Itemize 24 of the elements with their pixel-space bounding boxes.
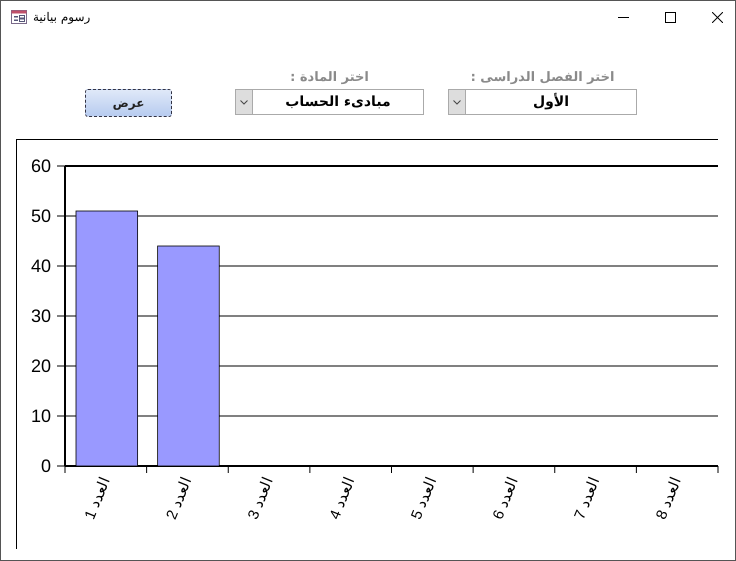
y-tick-label: 30 (30, 306, 51, 326)
x-tick-label: العدد 2 (163, 475, 196, 522)
x-tick-label: العدد 7 (571, 475, 604, 522)
y-tick-label: 40 (30, 256, 51, 276)
x-tick-label: العدد 5 (408, 475, 440, 522)
y-tick-label: 10 (30, 406, 51, 426)
x-tick-label: العدد 4 (326, 475, 358, 522)
maximize-icon[interactable] (665, 12, 676, 22)
y-tick-label: 60 (30, 156, 51, 176)
y-tick-label: 0 (40, 456, 51, 476)
x-tick-label: العدد 6 (490, 475, 522, 522)
dropdown-field[interactable]: مبادىء الحساب (235, 89, 424, 115)
dropdown-field[interactable]: الأول (448, 89, 637, 115)
close-icon[interactable] (712, 12, 723, 22)
x-tick-label: العدد 3 (244, 475, 277, 522)
x-tick-label: العدد 1 (81, 475, 114, 522)
window-title: رسوم بيانية (33, 10, 90, 24)
y-tick-label: 50 (30, 206, 51, 226)
filter-label: اختر الفصل الدراسى : (470, 70, 614, 85)
filter-label: اختر المادة : (290, 70, 369, 85)
form-icon (11, 10, 27, 24)
y-tick-label: 20 (30, 356, 51, 376)
x-tick-label: العدد 8 (652, 475, 685, 522)
show-button[interactable]: عرض (85, 89, 172, 117)
